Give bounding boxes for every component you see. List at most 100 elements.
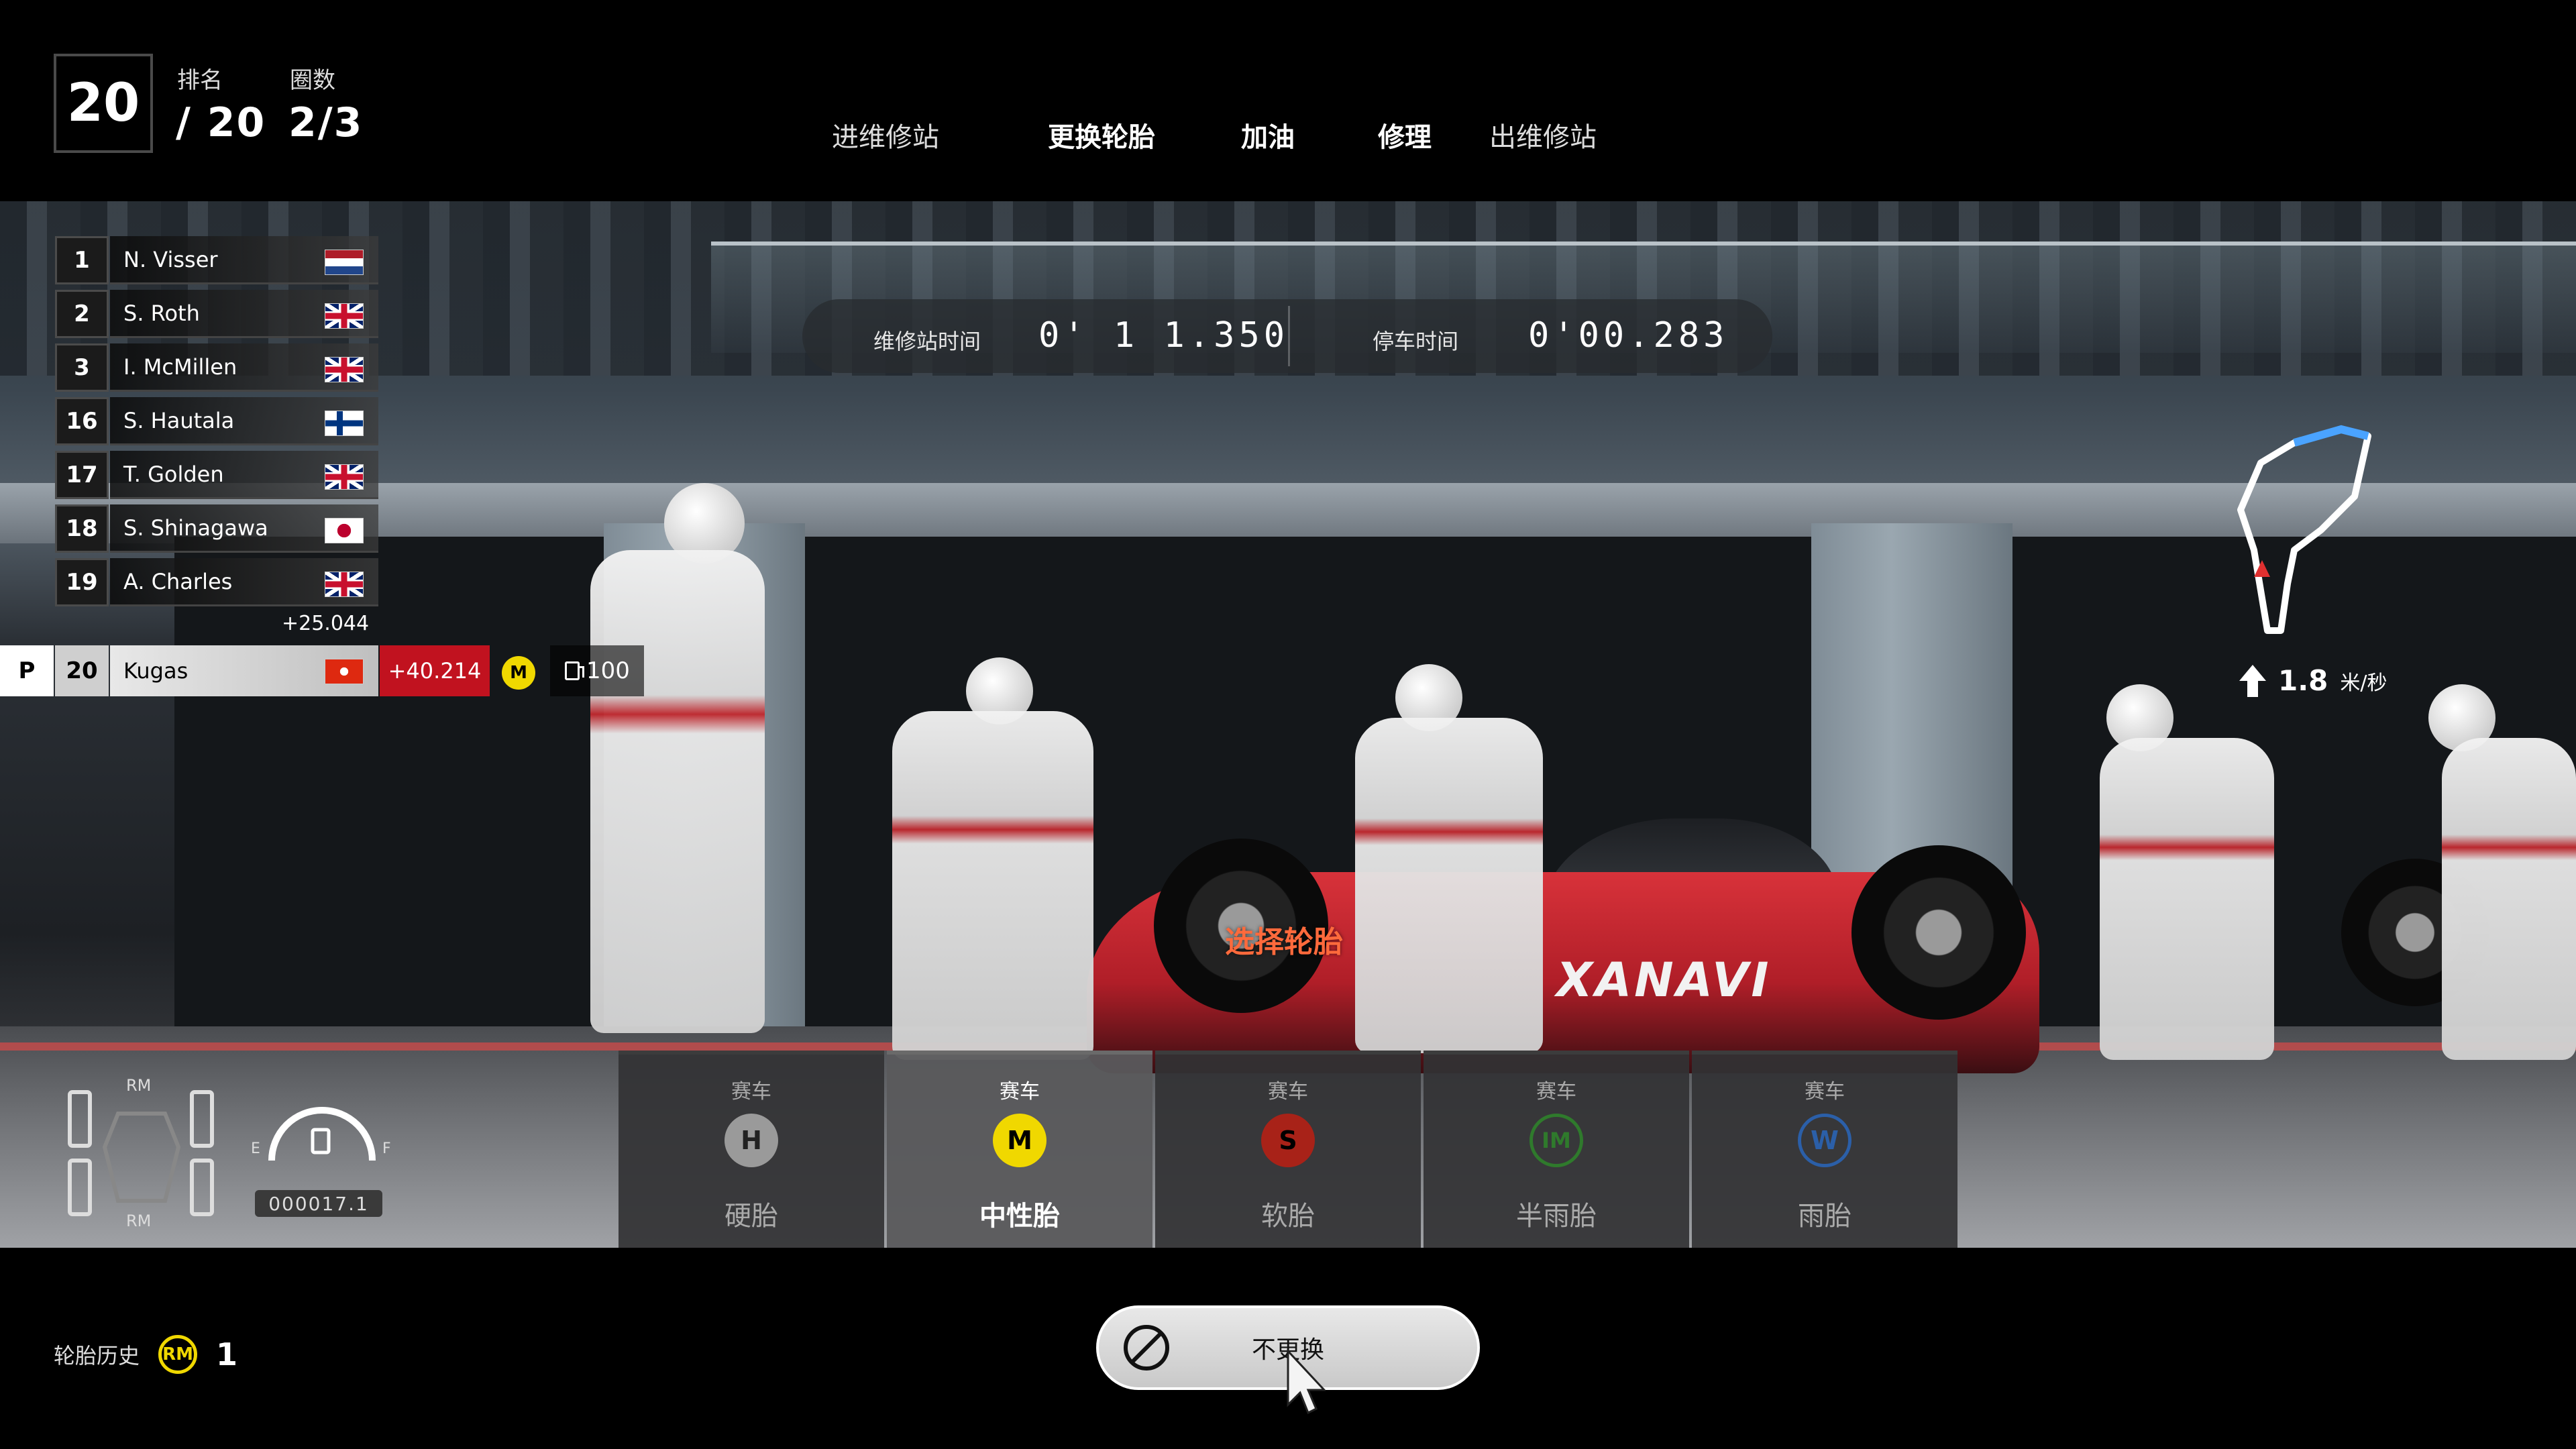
player-name: Kugas xyxy=(123,658,189,684)
pit-step-exit: 出维修站 xyxy=(1489,122,1597,153)
pit-timer-panel: 维修站时间 0' 1 1.350 停车时间 0'00.283 xyxy=(802,299,1772,373)
driver-name: A. Charles xyxy=(123,568,233,594)
top-bar: 20 排名 / 20 圈数 2/3 进维修站 更换轮胎 加油 修理 出维修站 xyxy=(0,0,2576,201)
driver-name: I. McMillen xyxy=(123,354,237,380)
standings-position: 16 xyxy=(55,397,109,445)
speed-value: 1.8 xyxy=(2278,664,2328,697)
laps-value: 2/3 xyxy=(288,99,364,146)
pit-crew-member xyxy=(590,550,765,1033)
standings-list: 1 N. Visser 2 S. Roth 3 I. McMillen 16 S… xyxy=(55,236,378,612)
car-outline-icon xyxy=(102,1112,181,1203)
tyre-history: 轮胎历史 RM 1 xyxy=(54,1335,237,1374)
uk-flag-icon xyxy=(325,464,364,490)
tyre-name: 软胎 xyxy=(1261,1201,1315,1232)
driver-name-cell: I. McMillen xyxy=(110,343,378,392)
fuel-gauge-icon xyxy=(268,1107,376,1161)
tyre-rear-left-icon xyxy=(68,1159,92,1216)
fuel-empty-label: E xyxy=(251,1140,260,1157)
tyre-category: 赛车 xyxy=(1805,1080,1845,1104)
hard-tyre-icon: H xyxy=(724,1114,778,1167)
tyre-rear-right-icon xyxy=(190,1159,214,1216)
driver-name: T. Golden xyxy=(123,461,224,487)
driver-name-cell: S. Shinagawa xyxy=(110,504,378,553)
tyre-front-right-icon xyxy=(190,1090,214,1148)
rank-label: 排名 xyxy=(177,67,223,94)
tyre-history-badge: RM xyxy=(158,1335,198,1374)
tyre-name: 雨胎 xyxy=(1798,1201,1851,1232)
tyre-option-wet[interactable]: 赛车 W 雨胎 xyxy=(1692,1051,1957,1248)
pit-time-label: 维修站时间 xyxy=(873,329,981,354)
car-livery-logo: XANAVI xyxy=(1556,953,1772,1008)
player-name-cell: Kugas xyxy=(110,645,378,696)
uk-flag-icon xyxy=(325,303,364,329)
stop-time-value: 0'00.283 xyxy=(1528,315,1729,356)
pit-crew-member xyxy=(2100,738,2274,1060)
pit-step-refuel[interactable]: 加油 xyxy=(1241,115,1295,154)
driver-name: N. Visser xyxy=(123,246,218,272)
laps-label: 圈数 xyxy=(290,67,335,94)
fuel-full-label: F xyxy=(382,1140,391,1157)
driver-name: S. Hautala xyxy=(123,407,235,433)
uk-flag-icon xyxy=(325,572,364,597)
tyre-option-soft[interactable]: 赛车 S 软胎 xyxy=(1155,1051,1421,1248)
select-tyre-label: 选择轮胎 xyxy=(1225,925,1343,959)
wet-tyre-icon: W xyxy=(1798,1114,1851,1167)
track-sector-highlight xyxy=(2293,425,2369,447)
standings-position: 3 xyxy=(55,343,109,392)
tyre-category: 赛车 xyxy=(1536,1080,1576,1104)
odometer: 000017.1 xyxy=(255,1190,382,1217)
driver-name-cell: S. Hautala xyxy=(110,397,378,445)
tyre-name: 中性胎 xyxy=(979,1201,1060,1232)
tyre-history-label: 轮胎历史 xyxy=(54,1343,140,1368)
soft-tyre-icon: S xyxy=(1261,1114,1315,1167)
standings-position: 1 xyxy=(55,236,109,284)
pointer-cursor-icon xyxy=(1287,1348,1326,1415)
tyre-option-intermediate[interactable]: 赛车 IM 半雨胎 xyxy=(1424,1051,1689,1248)
tyre-category: 赛车 xyxy=(731,1080,771,1104)
pit-time-value: 0' 1 1.350 xyxy=(1038,315,1289,356)
player-position: 20 xyxy=(55,645,109,696)
standings-position: 18 xyxy=(55,504,109,553)
tyre-name: 硬胎 xyxy=(724,1201,778,1232)
arrow-up-icon xyxy=(2239,664,2266,697)
tyre-selector: 赛车 H 硬胎 赛车 M 中性胎 赛车 S 软胎 赛车 IM 半雨胎 赛车 W … xyxy=(619,1051,1957,1248)
medium-tyre-icon: M xyxy=(993,1114,1046,1167)
driver-name-cell: N. Visser xyxy=(110,236,378,284)
pit-crew-member xyxy=(892,711,1093,1060)
pit-step-repair[interactable]: 修理 xyxy=(1378,115,1432,154)
rear-tyre-compound: RM xyxy=(126,1212,152,1230)
fuel-value: 100 xyxy=(586,657,630,684)
standings-row: 1 N. Visser xyxy=(55,236,378,290)
gap-to-car-ahead: +25.044 xyxy=(282,612,370,635)
standings-row: 2 S. Roth xyxy=(55,290,378,343)
driver-name-cell: S. Roth xyxy=(110,290,378,338)
stop-time-label: 停车时间 xyxy=(1373,329,1459,354)
standings-position: 2 xyxy=(55,290,109,338)
player-marker: P xyxy=(0,645,54,696)
hong-kong-flag-icon xyxy=(325,659,364,684)
standings-row: 17 T. Golden xyxy=(55,451,378,504)
track-outline xyxy=(2237,426,2371,634)
car-wheel xyxy=(1851,845,2026,1020)
standings-position: 19 xyxy=(55,558,109,606)
intermediate-tyre-icon: IM xyxy=(1529,1114,1583,1167)
uk-flag-icon xyxy=(325,357,364,382)
current-tyre-badge: M xyxy=(502,656,535,690)
pit-step-enter: 进维修站 xyxy=(832,122,939,153)
pit-step-change-tyres[interactable]: 更换轮胎 xyxy=(1048,115,1155,154)
front-tyre-compound: RM xyxy=(126,1076,152,1095)
fuel-pump-icon xyxy=(565,661,584,680)
tyre-option-hard[interactable]: 赛车 H 硬胎 xyxy=(619,1051,884,1248)
pit-crew-member xyxy=(1355,718,1543,1053)
standings-row: 16 S. Hautala xyxy=(55,397,378,451)
track-minimap xyxy=(2237,425,2371,634)
tyre-name: 半雨胎 xyxy=(1516,1201,1597,1232)
tyre-history-count: 1 xyxy=(216,1336,238,1373)
tyre-option-medium[interactable]: 赛车 M 中性胎 xyxy=(887,1051,1152,1248)
standings-row: 19 A. Charles xyxy=(55,558,378,612)
speed-unit: 米/秒 xyxy=(2340,671,2387,695)
garage-roof xyxy=(0,483,2576,543)
speed-readout: 1.8 米/秒 xyxy=(2239,664,2387,697)
standings-row: 18 S. Shinagawa xyxy=(55,504,378,558)
car-tyre-status xyxy=(68,1090,214,1216)
